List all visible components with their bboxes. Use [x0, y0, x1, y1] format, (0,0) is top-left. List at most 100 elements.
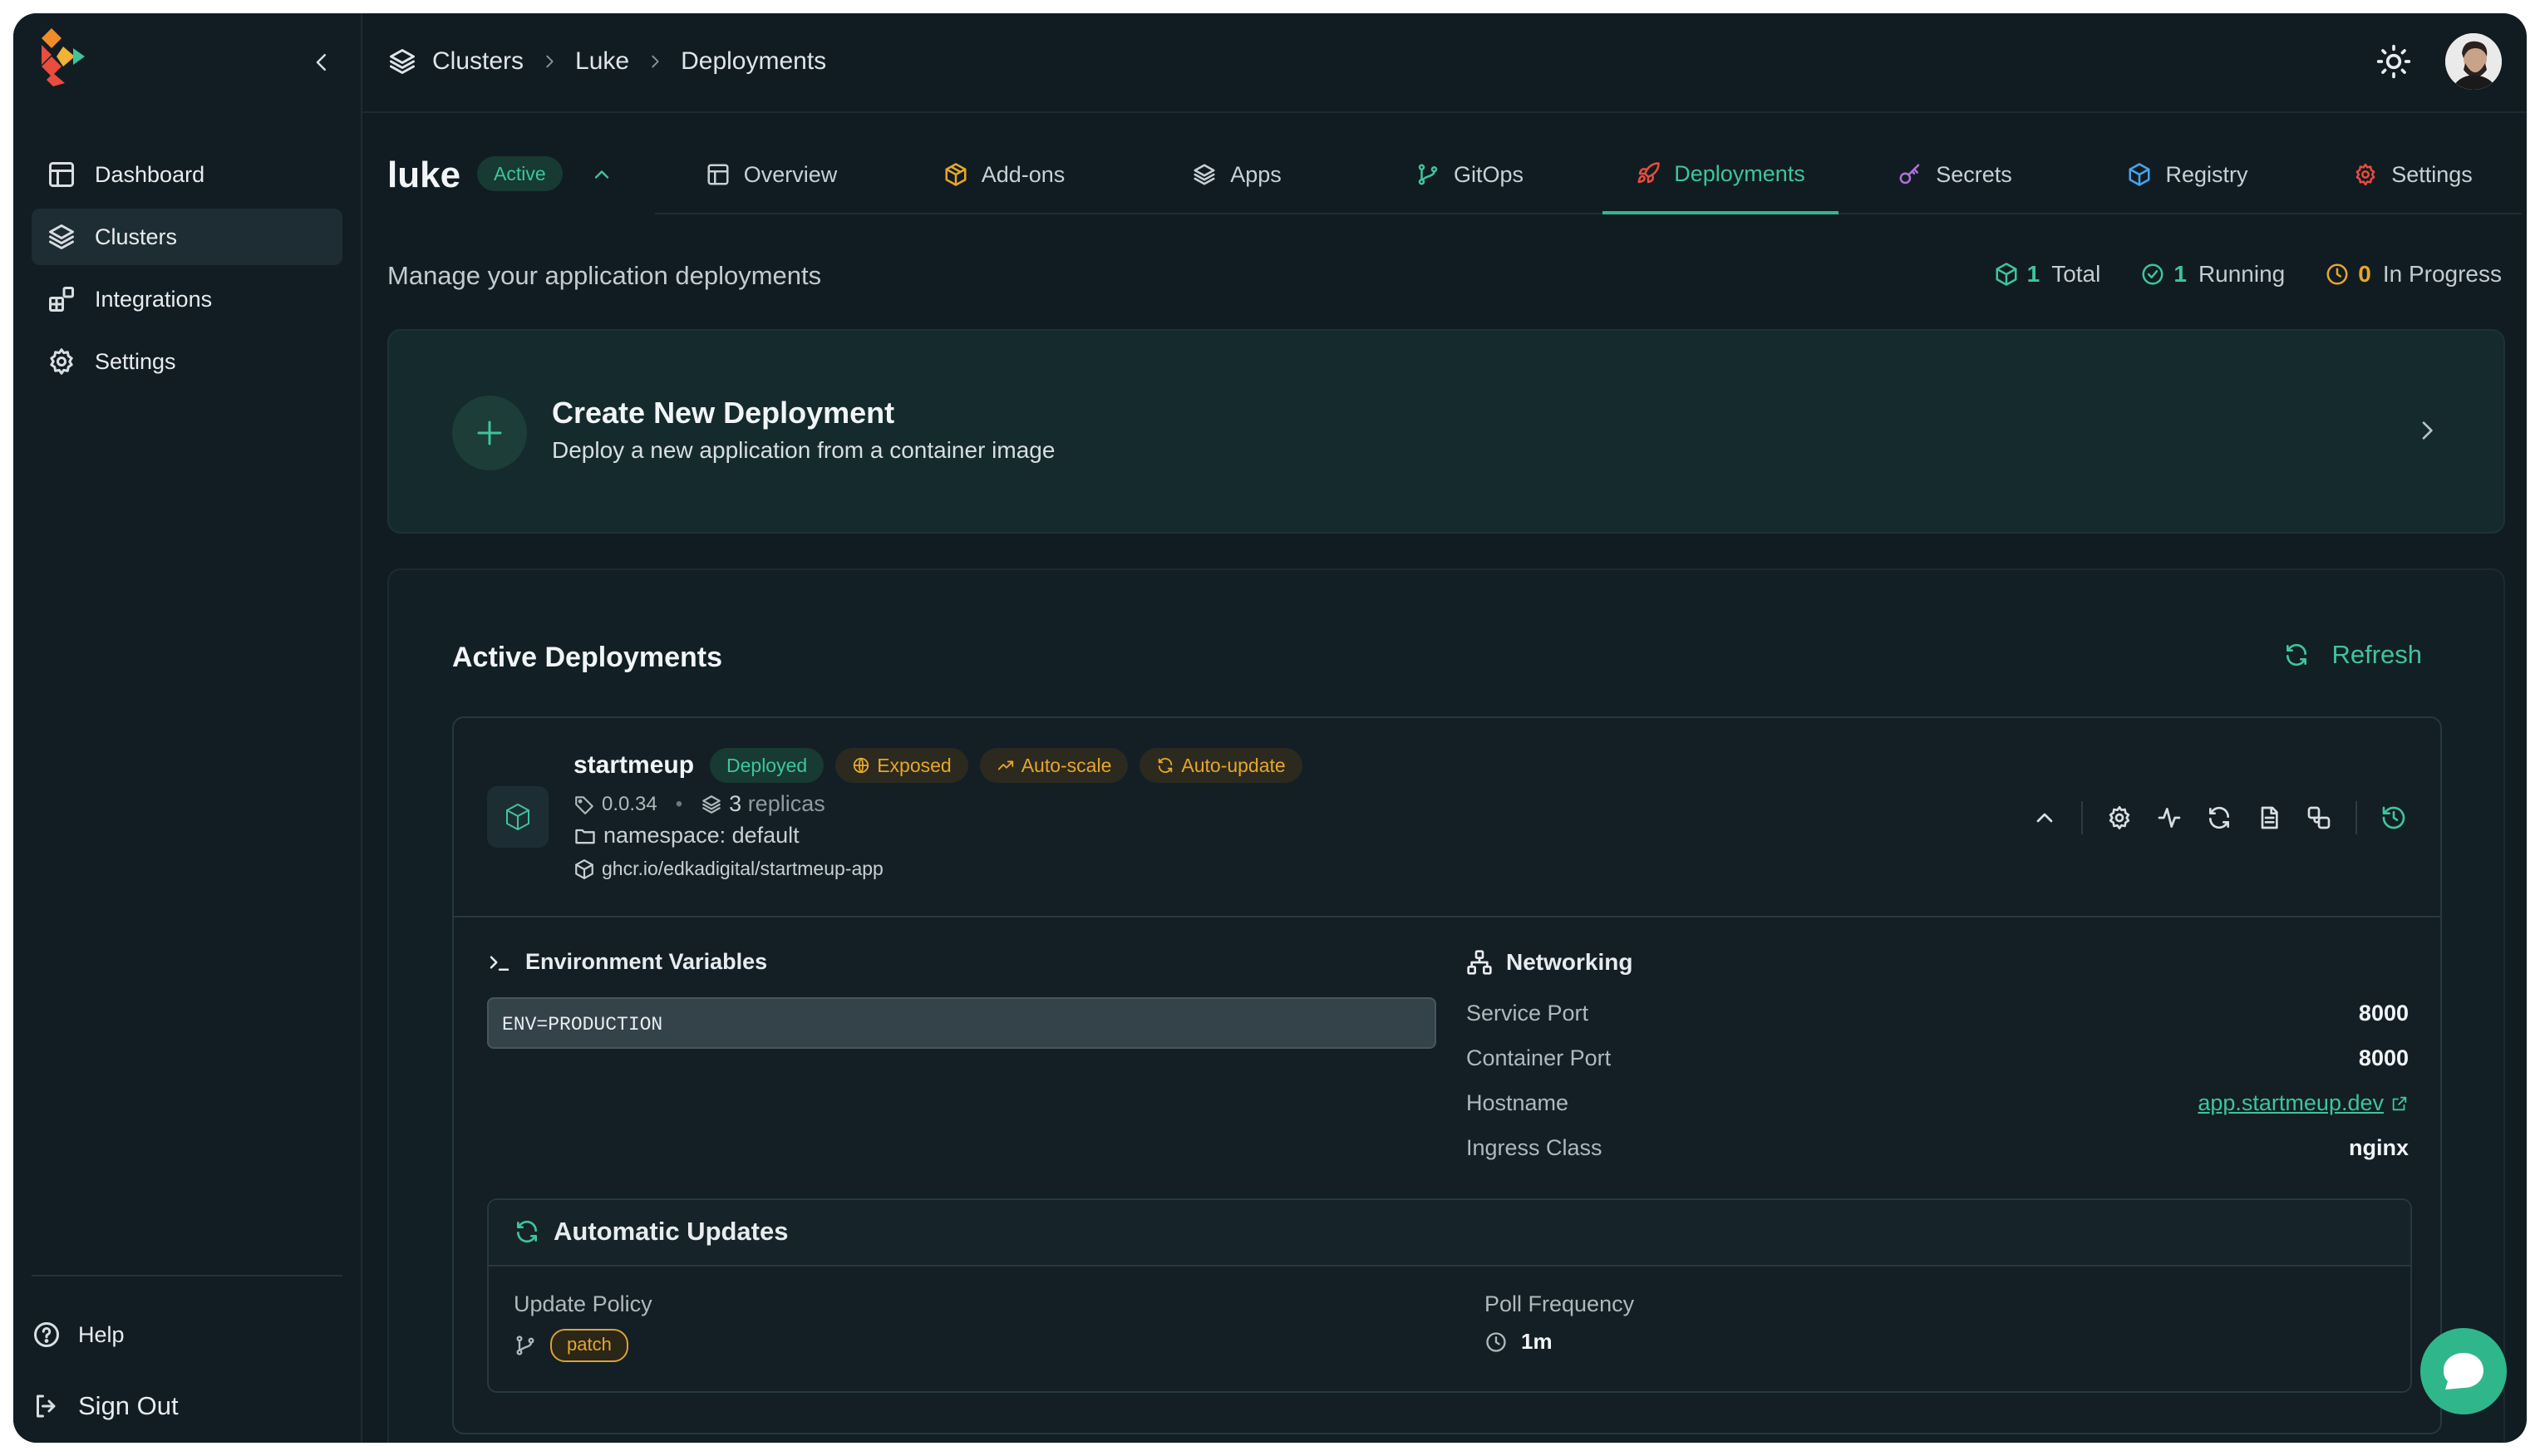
app-window: Dashboard Clusters Integrations Settings… [13, 13, 2527, 1443]
stat-total-value: 1 [2026, 261, 2040, 287]
deployment-header: startmeup Deployed Exposed Auto-scale Au… [454, 718, 2440, 917]
create-deployment-description: Deploy a new application from a containe… [552, 437, 1056, 463]
topbar: Clusters Luke Deployments [362, 13, 2527, 113]
sign-out-label: Sign Out [78, 1391, 179, 1420]
sidebar-item-integrations[interactable]: Integrations [32, 271, 342, 327]
deployment-meta: 0.0.34 • 3 replicas [573, 791, 825, 817]
networking-row-container-port: Container Port 8000 [1466, 1045, 2409, 1071]
networking-label: Networking [1506, 949, 1633, 975]
layout-icon [47, 160, 76, 189]
sidebar-item-dashboard[interactable]: Dashboard [32, 146, 342, 203]
trending-up-icon [997, 756, 1015, 775]
clock-icon [2325, 262, 2350, 287]
breadcrumb-clusters[interactable]: Clusters [432, 47, 524, 76]
gear-icon[interactable] [2106, 804, 2133, 831]
update-policy-badge: patch [550, 1329, 628, 1362]
tab-label: Registry [2165, 161, 2248, 187]
refresh-icon [514, 1218, 540, 1245]
gear-icon [2353, 162, 2378, 187]
theme-toggle-sun-icon[interactable] [2375, 43, 2412, 80]
git-branch-icon [1415, 162, 1440, 187]
package-icon [943, 162, 968, 187]
chat-support-button[interactable] [2420, 1328, 2507, 1414]
layers-icon [701, 794, 722, 815]
sidebar-item-clusters[interactable]: Clusters [32, 209, 342, 265]
tab-label: Deployments [1674, 160, 1805, 186]
tab-add-ons[interactable]: Add-ons [888, 136, 1120, 213]
breadcrumb-luke[interactable]: Luke [575, 47, 629, 76]
create-deployment-card[interactable]: Create New Deployment Deploy a new appli… [387, 329, 2505, 534]
sidebar-nav: Dashboard Clusters Integrations Settings [32, 146, 342, 396]
stat-running-value: 1 [2173, 261, 2187, 287]
deployed-badge: Deployed [710, 748, 825, 783]
help-circle-icon [32, 1320, 62, 1350]
sign-out-button[interactable]: Sign Out [32, 1381, 342, 1431]
tab-label: GitOps [1453, 161, 1524, 187]
gear-icon [47, 347, 76, 376]
hostname-link[interactable]: app.startmeup.dev [2198, 1090, 2409, 1116]
chevron-right-icon [540, 52, 559, 71]
tab-gitops[interactable]: GitOps [1353, 136, 1586, 213]
app-logo[interactable] [37, 25, 90, 88]
tab-settings[interactable]: Settings [2304, 136, 2522, 213]
poll-frequency-value: 1m [1521, 1329, 1553, 1354]
create-deployment-title: Create New Deployment [552, 396, 895, 430]
breadcrumb: Clusters Luke Deployments [387, 47, 826, 76]
check-circle-icon [2140, 262, 2165, 287]
refresh-button[interactable]: Refresh [2283, 640, 2422, 670]
collapse-sidebar-icon[interactable] [309, 50, 334, 75]
folder-icon [573, 824, 597, 848]
layers-icon [47, 222, 76, 252]
automatic-updates-label: Automatic Updates [554, 1217, 789, 1246]
box-icon [2127, 162, 2152, 187]
sidebar-item-settings[interactable]: Settings [32, 333, 342, 390]
tab-registry[interactable]: Registry [2071, 136, 2304, 213]
cluster-name: luke [387, 155, 461, 195]
help-label: Help [78, 1321, 125, 1347]
net-value: nginx [2349, 1135, 2409, 1160]
file-text-icon[interactable] [2256, 804, 2282, 831]
chevron-right-icon [2414, 417, 2440, 444]
tab-overview[interactable]: Overview [655, 136, 888, 213]
tab-secrets[interactable]: Secrets [1839, 136, 2071, 213]
deployment-version: 0.0.34 [602, 792, 657, 815]
active-deployments-title: Active Deployments [452, 642, 722, 673]
automatic-updates-title: Automatic Updates [514, 1217, 788, 1247]
refresh-icon[interactable] [2206, 804, 2232, 831]
networking-row-ingress-class: Ingress Class nginx [1466, 1135, 2409, 1161]
stat-in-progress-value: 0 [2358, 261, 2371, 287]
box-icon [573, 858, 595, 880]
stat-running: 1 Running [2140, 261, 2285, 288]
chevron-up-icon[interactable] [590, 163, 613, 186]
layers-icon [1192, 162, 1217, 187]
tab-deployments[interactable]: Deployments [1602, 136, 1839, 214]
actions-divider [2355, 801, 2357, 834]
log-out-icon [32, 1391, 62, 1421]
deployment-namespace: namespace: default [603, 823, 800, 848]
terminal-icon [487, 950, 512, 975]
tab-label: Overview [743, 161, 838, 187]
user-avatar[interactable] [2445, 33, 2502, 90]
activity-icon[interactable] [2156, 804, 2183, 831]
refresh-icon [2283, 642, 2310, 668]
hostname-text: app.startmeup.dev [2198, 1090, 2384, 1115]
tag-icon [573, 794, 595, 815]
key-icon [1898, 162, 1922, 187]
rocket-icon [1636, 161, 1661, 186]
link-icon[interactable] [2306, 804, 2332, 831]
exposed-badge: Exposed [835, 748, 968, 783]
history-icon[interactable] [2380, 804, 2407, 831]
networking-row-hostname: Hostname app.startmeup.dev [1466, 1090, 2409, 1116]
help-link[interactable]: Help [32, 1310, 342, 1360]
autoscale-badge: Auto-scale [979, 748, 1129, 783]
env-vars-value: ENV=PRODUCTION [487, 997, 1436, 1049]
blocks-icon [47, 284, 76, 314]
active-deployments-panel: Active Deployments Refresh startmeup Dep… [387, 568, 2505, 1443]
net-key: Hostname [1466, 1090, 1569, 1115]
chevron-up-icon[interactable] [2031, 804, 2058, 831]
deployment-name: startmeup [573, 751, 695, 779]
tab-label: Settings [2391, 161, 2473, 187]
stat-total: 1 Total [1994, 261, 2100, 288]
tab-apps[interactable]: Apps [1120, 136, 1353, 213]
env-vars-title: Environment Variables [487, 949, 767, 975]
